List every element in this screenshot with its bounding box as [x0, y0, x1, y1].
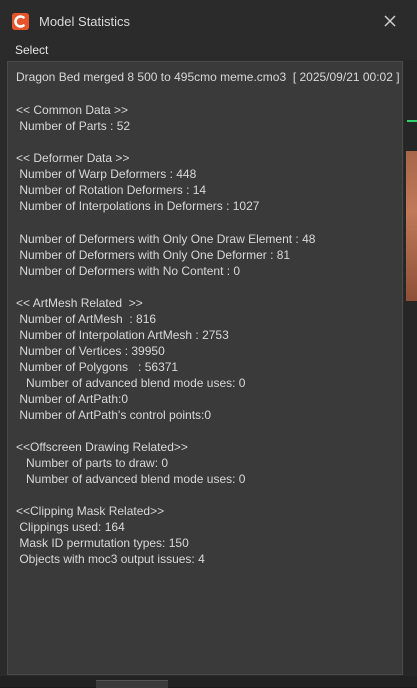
background-guide-line [407, 120, 417, 122]
artmesh-count: Number of ArtMesh : 816 [16, 312, 157, 326]
mask-permutation-types: Mask ID permutation types: 150 [16, 536, 189, 550]
cubism-app-icon [12, 13, 29, 30]
deformer-interpolations-count: Number of Interpolations in Deformers : … [16, 199, 260, 213]
clipping-heading: <<Clipping Mask Related>> [16, 504, 165, 518]
artpath-count: Number of ArtPath:0 [16, 392, 129, 406]
title-bar: Model Statistics [0, 0, 417, 42]
warp-deformers-count: Number of Warp Deformers : 448 [16, 167, 197, 181]
report-header: Dragon Bed merged 8 500 to 495cmo meme.c… [16, 70, 400, 84]
close-icon[interactable] [381, 12, 399, 30]
offscreen-blend-uses: Number of advanced blend mode uses: 0 [16, 472, 246, 486]
vertices-count: Number of Vertices : 39950 [16, 344, 165, 358]
clippings-used: Clippings used: 164 [16, 520, 125, 534]
deformer-data-heading: << Deformer Data >> [16, 151, 130, 165]
parts-to-draw-count: Number of parts to draw: 0 [16, 456, 169, 470]
background-model-preview [406, 151, 417, 301]
model-statistics-window: Model Statistics Select Dragon Bed merge… [0, 0, 417, 688]
one-draw-element-count: Number of Deformers with Only One Draw E… [16, 232, 316, 246]
interpolation-artmesh-count: Number of Interpolation ArtMesh : 2753 [16, 328, 229, 342]
one-deformer-count: Number of Deformers with Only One Deform… [16, 248, 291, 262]
menu-bar: Select [0, 42, 417, 60]
common-data-heading: << Common Data >> [16, 103, 129, 117]
menu-select[interactable]: Select [15, 42, 48, 58]
offscreen-heading: <<Offscreen Drawing Related>> [16, 440, 188, 454]
artpath-control-points: Number of ArtPath's control points:0 [16, 408, 212, 422]
polygons-count: Number of Polygons : 56371 [16, 360, 179, 374]
no-content-count: Number of Deformers with No Content : 0 [16, 264, 241, 278]
parts-count: Number of Parts : 52 [16, 119, 131, 133]
background-bottom-strip [0, 676, 417, 687]
moc3-output-issues: Objects with moc3 output issues: 4 [16, 552, 205, 566]
window-title: Model Statistics [39, 14, 131, 29]
artmesh-blend-uses: Number of advanced blend mode uses: 0 [16, 376, 246, 390]
statistics-report: Dragon Bed merged 8 500 to 495cmo meme.c… [7, 61, 403, 675]
rotation-deformers-count: Number of Rotation Deformers : 14 [16, 183, 207, 197]
artmesh-heading: << ArtMesh Related >> [16, 296, 143, 310]
